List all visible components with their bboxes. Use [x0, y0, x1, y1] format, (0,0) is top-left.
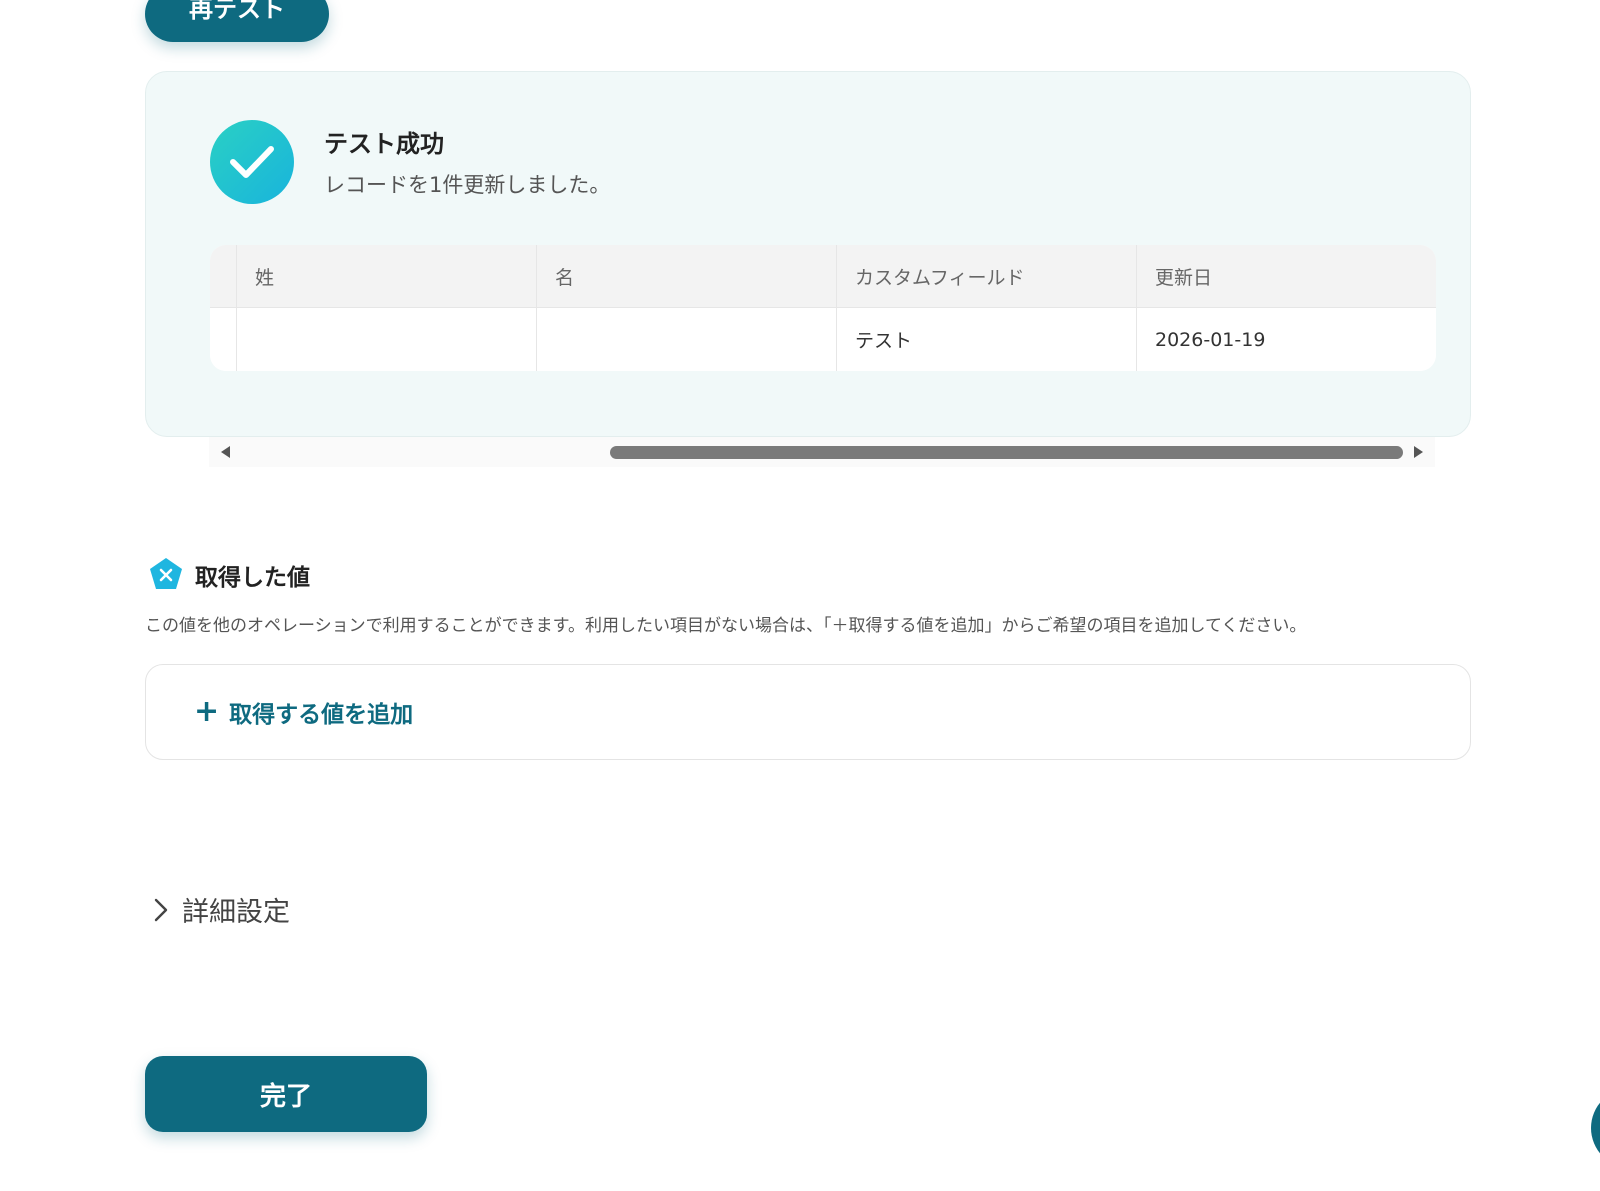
table-cell [537, 308, 837, 371]
test-result-card: テスト成功 レコードを1件更新しました。 姓 名 カスタムフィールド 更新日 テ… [145, 71, 1471, 437]
result-title: テスト成功 [324, 130, 444, 158]
advanced-settings-label: 詳細設定 [182, 897, 290, 928]
done-label: 完了 [259, 1081, 312, 1112]
table-cell: 2026-01-19 [1155, 328, 1266, 351]
add-value-box: + 取得する値を追加 [145, 664, 1471, 760]
table-gutter [210, 245, 237, 308]
add-value-button[interactable]: + 取得する値を追加 [194, 695, 413, 729]
scrollbar-thumb[interactable] [610, 446, 1403, 459]
floating-action-button[interactable] [1591, 1088, 1600, 1168]
chevron-right-icon [154, 898, 168, 921]
success-check-icon [210, 120, 294, 204]
retest-button[interactable]: 再テスト [145, 0, 329, 42]
scroll-left-arrow-icon[interactable] [221, 446, 230, 458]
table-row: テスト 2026-01-19 [210, 308, 1436, 371]
table-header-row: 姓 名 カスタムフィールド 更新日 [210, 245, 1436, 308]
result-table: 姓 名 カスタムフィールド 更新日 テスト 2026-01-19 [210, 245, 1436, 371]
table-gutter [210, 308, 237, 371]
advanced-settings-toggle[interactable]: 詳細設定 [150, 890, 290, 929]
done-button[interactable]: 完了 [145, 1056, 427, 1132]
retrieved-values-description: この値を他のオペレーションで利用することができます。利用したい項目がない場合は、… [145, 616, 1307, 636]
result-message: レコードを1件更新しました。 [324, 173, 611, 197]
variable-icon [150, 558, 182, 589]
retrieved-values-title: 取得した値 [195, 565, 310, 591]
retest-label: 再テスト [189, 0, 285, 23]
table-header-cell: 姓 [237, 245, 537, 308]
table-header-cell: カスタムフィールド [837, 245, 1137, 308]
table-cell [237, 308, 537, 371]
table-header-cell: 名 [537, 245, 837, 308]
plus-icon: + [194, 694, 220, 729]
horizontal-scrollbar[interactable] [209, 437, 1435, 467]
scroll-right-arrow-icon[interactable] [1414, 446, 1423, 458]
table-cell: テスト [837, 308, 1137, 371]
add-value-label: 取得する値を追加 [229, 702, 414, 728]
table-header-cell: 更新日 [1155, 267, 1213, 289]
